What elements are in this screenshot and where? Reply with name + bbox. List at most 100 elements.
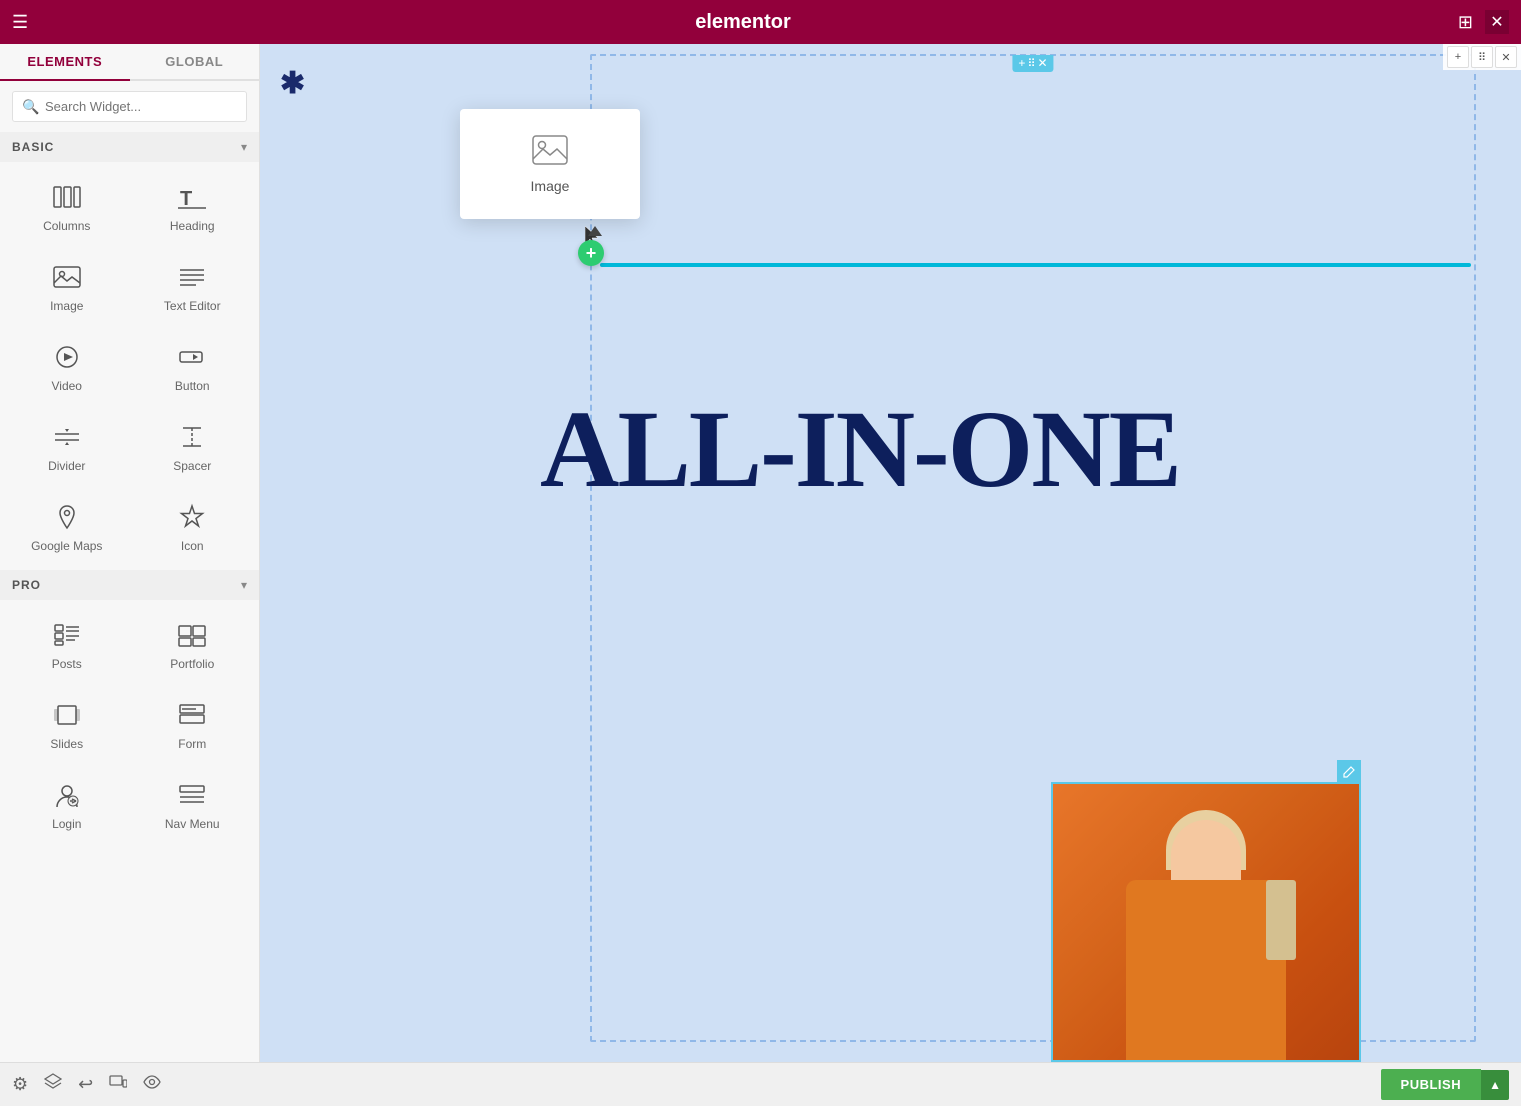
close-top-icon[interactable]: ✕ xyxy=(1485,10,1509,34)
publish-button[interactable]: PUBLISH xyxy=(1381,1069,1482,1100)
button-label: Button xyxy=(175,379,210,393)
pro-section-header[interactable]: PRO ▾ xyxy=(0,570,259,600)
widget-image[interactable]: Image xyxy=(4,246,130,326)
publish-dropdown-button[interactable]: ▲ xyxy=(1481,1070,1509,1100)
widget-video[interactable]: Video xyxy=(4,326,130,406)
widget-google-maps[interactable]: Google Maps xyxy=(4,486,130,566)
settings-icon[interactable]: ⚙ xyxy=(12,1074,28,1095)
elementor-logo: elementor xyxy=(40,11,1446,34)
widget-heading[interactable]: T Heading xyxy=(130,166,256,246)
spacer-icon xyxy=(176,423,208,451)
tab-global[interactable]: GLOBAL xyxy=(130,44,260,79)
canvas-area: + ⠿ ✕ ✱ + ⠿ ✕ Image + xyxy=(260,44,1521,1062)
heading-icon: T xyxy=(176,183,208,211)
login-icon xyxy=(51,781,83,809)
text-editor-icon xyxy=(176,263,208,291)
hamburger-icon[interactable]: ☰ xyxy=(12,12,28,33)
search-container: 🔍 xyxy=(0,81,259,132)
responsive-icon[interactable] xyxy=(109,1073,127,1096)
layers-icon[interactable] xyxy=(44,1073,62,1096)
google-maps-icon xyxy=(51,503,83,531)
drop-target-line xyxy=(600,263,1471,267)
form-icon xyxy=(176,701,208,729)
search-icon: 🔍 xyxy=(22,98,39,115)
portfolio-label: Portfolio xyxy=(170,657,214,671)
person-silhouette xyxy=(1106,800,1306,1060)
divider-label: Divider xyxy=(48,459,85,473)
columns-icon xyxy=(51,183,83,211)
widget-icon[interactable]: Icon xyxy=(130,486,256,566)
top-bar: ☰ elementor ⊞ ✕ xyxy=(0,0,1521,44)
widget-form[interactable]: Form xyxy=(130,684,256,764)
fashion-figure xyxy=(1053,784,1359,1060)
add-element-button[interactable]: + xyxy=(578,240,604,266)
posts-label: Posts xyxy=(52,657,82,671)
portfolio-icon xyxy=(176,621,208,649)
text-editor-label: Text Editor xyxy=(164,299,221,313)
all-in-one-heading: ALL-IN-ONE xyxy=(540,394,1511,504)
section-handle-dots[interactable]: ⠿ xyxy=(1027,57,1035,70)
widget-columns[interactable]: Columns xyxy=(4,166,130,246)
video-label: Video xyxy=(52,379,82,393)
canvas-add-button[interactable]: + xyxy=(1447,46,1469,68)
form-label: Form xyxy=(178,737,206,751)
columns-label: Columns xyxy=(43,219,90,233)
widget-nav-menu[interactable]: Nav Menu xyxy=(130,764,256,844)
icon-label: Icon xyxy=(181,539,204,553)
widget-login[interactable]: Login xyxy=(4,764,130,844)
widget-posts[interactable]: Posts xyxy=(4,604,130,684)
eye-icon[interactable] xyxy=(143,1073,161,1096)
widget-portfolio[interactable]: Portfolio xyxy=(130,604,256,684)
fringe xyxy=(1266,880,1296,960)
grid-icon[interactable]: ⊞ xyxy=(1458,12,1473,33)
pro-widgets-grid: Posts Portfolio Slides For xyxy=(0,600,259,848)
icon-widget-icon xyxy=(176,503,208,531)
sidebar-tabs: ELEMENTS GLOBAL xyxy=(0,44,259,81)
heading-label: Heading xyxy=(170,219,215,233)
nav-menu-label: Nav Menu xyxy=(165,817,220,831)
fashion-image-edit-button[interactable] xyxy=(1337,760,1361,784)
widget-text-editor[interactable]: Text Editor xyxy=(130,246,256,326)
slides-label: Slides xyxy=(50,737,83,751)
svg-text:T: T xyxy=(180,188,192,209)
widget-button[interactable]: Button xyxy=(130,326,256,406)
video-icon xyxy=(51,343,83,371)
canvas-close-button[interactable]: ✕ xyxy=(1495,46,1517,68)
floating-widget-icon xyxy=(532,135,568,172)
history-icon[interactable]: ↩ xyxy=(78,1074,93,1095)
sweater-body xyxy=(1126,880,1286,1060)
fashion-image xyxy=(1051,782,1361,1062)
main-layout: ELEMENTS GLOBAL 🔍 BASIC ▾ Columns xyxy=(0,44,1521,1062)
pro-section-arrow: ▾ xyxy=(241,578,247,592)
widget-slides[interactable]: Slides xyxy=(4,684,130,764)
sidebar: ELEMENTS GLOBAL 🔍 BASIC ▾ Columns xyxy=(0,44,260,1062)
basic-section-header[interactable]: BASIC ▾ xyxy=(0,132,259,162)
image-widget-icon xyxy=(51,263,83,291)
floating-image-widget[interactable]: Image xyxy=(460,109,640,219)
nav-menu-icon xyxy=(176,781,208,809)
pro-section-title: PRO xyxy=(12,578,41,592)
basic-section-title: BASIC xyxy=(12,140,54,154)
spacer-label: Spacer xyxy=(173,459,211,473)
canvas-toolbar: + ⠿ ✕ xyxy=(1443,44,1521,70)
publish-button-wrapper: PUBLISH ▲ xyxy=(1381,1069,1509,1100)
widget-spacer[interactable]: Spacer xyxy=(130,406,256,486)
basic-section-arrow: ▾ xyxy=(241,140,247,154)
google-maps-label: Google Maps xyxy=(31,539,102,553)
image-label: Image xyxy=(50,299,83,313)
divider-icon xyxy=(51,423,83,451)
tab-elements[interactable]: ELEMENTS xyxy=(0,44,130,81)
section-handle[interactable]: + ⠿ ✕ xyxy=(1012,55,1053,72)
slides-icon xyxy=(51,701,83,729)
section-handle-close[interactable]: ✕ xyxy=(1038,57,1048,70)
bottom-bar: ⚙ ↩ PUBLISH ▲ xyxy=(0,1062,1521,1106)
asterisk-decoration: ✱ xyxy=(280,66,305,101)
button-icon xyxy=(176,343,208,371)
canvas-move-button[interactable]: ⠿ xyxy=(1471,46,1493,68)
widget-divider[interactable]: Divider xyxy=(4,406,130,486)
search-input[interactable] xyxy=(12,91,247,122)
login-label: Login xyxy=(52,817,81,831)
posts-icon xyxy=(51,621,83,649)
floating-widget-label: Image xyxy=(531,178,570,194)
section-handle-plus[interactable]: + xyxy=(1018,57,1025,70)
